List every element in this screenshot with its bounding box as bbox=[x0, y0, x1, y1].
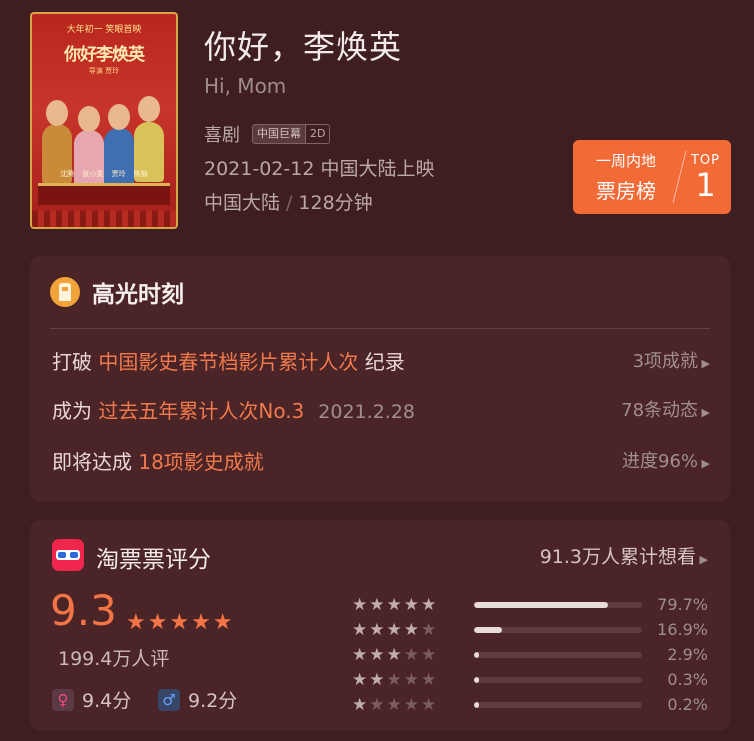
rating-card: 淘票票评分 91.3万人累计想看 9.3 ★★★★★ 199.4万人评 ♀ 9.… bbox=[30, 520, 730, 730]
poster-stage bbox=[38, 183, 170, 205]
highlight-text: 成为 过去五年累计人次No.3 2021.2.28 bbox=[52, 395, 415, 424]
want-to-watch-link[interactable]: 91.3万人累计想看 bbox=[540, 542, 708, 569]
distribution-row-4-star: ★★★★★ 16.9% bbox=[352, 617, 708, 642]
format-badge-imax: 中国巨幕 bbox=[252, 124, 305, 144]
highlight-suffix: 纪录 bbox=[358, 349, 405, 374]
poster-title: 你好李焕英 bbox=[64, 45, 145, 65]
distribution-bar-fill bbox=[474, 626, 503, 633]
distribution-row-1-star: ★★★★★ 0.2% bbox=[352, 692, 708, 717]
distribution-bar-fill bbox=[474, 601, 608, 608]
highlight-more-link[interactable]: 78条动态 bbox=[621, 396, 710, 422]
tower-icon bbox=[50, 277, 80, 307]
highlight-row-rank[interactable]: 成为 过去五年累计人次No.3 2021.2.28 78条动态 bbox=[52, 394, 710, 424]
female-icon: ♀ bbox=[52, 688, 74, 711]
movie-duration: 128分钟 bbox=[298, 192, 373, 214]
highlight-text: 即将达成 18项影史成就 bbox=[52, 446, 264, 475]
rank-board: 票房榜 bbox=[596, 179, 656, 203]
distribution-bar bbox=[474, 701, 642, 708]
highlights-card: 高光时刻 打破 中国影史春节档影片累计人次 纪录 3项成就 成为 过去五年累计人… bbox=[30, 256, 730, 502]
distribution-bar-fill bbox=[474, 676, 480, 683]
poster-frame bbox=[32, 211, 176, 227]
rating-stars: ★★★★★ bbox=[126, 610, 235, 635]
rank-position: TOP 1 bbox=[680, 153, 731, 202]
highlight-accent: 中国影史春节档影片累计人次 bbox=[98, 349, 359, 374]
rank-number: 1 bbox=[695, 165, 716, 204]
distribution-bar bbox=[474, 676, 642, 683]
distribution-bar-fill bbox=[474, 701, 480, 708]
distribution-row-3-star: ★★★★★ 2.9% bbox=[352, 642, 708, 667]
distribution-bar bbox=[474, 626, 642, 633]
box-office-rank-badge[interactable]: 一周内地 票房榜 TOP 1 bbox=[573, 140, 731, 214]
rank-period: 一周内地 bbox=[595, 152, 656, 170]
distribution-row-5-star: ★★★★★ 79.7% bbox=[352, 592, 708, 617]
rating-source: 淘票票评分 bbox=[96, 547, 211, 573]
highlight-more-link[interactable]: 3项成就 bbox=[633, 347, 710, 373]
star-level-icon: ★★★★★ bbox=[352, 644, 439, 665]
highlight-accent: 过去五年累计人次No.3 bbox=[98, 398, 305, 423]
distribution-percent: 0.2% bbox=[667, 695, 708, 714]
star-level-icon: ★★★★★ bbox=[352, 594, 439, 615]
movie-region: 中国大陆 bbox=[204, 192, 281, 214]
movie-genre: 喜剧 bbox=[204, 125, 240, 146]
movie-title: 你好，李焕英 bbox=[204, 28, 403, 66]
distribution-bar-fill bbox=[474, 651, 480, 658]
rating-score: 9.3 bbox=[50, 586, 117, 635]
rating-count: 199.4万人评 bbox=[58, 648, 170, 670]
distribution-bar bbox=[474, 601, 642, 608]
highlight-more-link[interactable]: 进度96% bbox=[622, 447, 710, 473]
distribution-row-2-star: ★★★★★ 0.3% bbox=[352, 667, 708, 692]
poster-subtitle: 导演 贾玲 bbox=[88, 67, 120, 75]
distribution-percent: 16.9% bbox=[657, 620, 708, 639]
movie-poster[interactable]: 大年初一 笑眼首映 你好李焕英 导演 贾玲 沈腾 张小斐 贾玲 陈赫 bbox=[30, 12, 178, 229]
poster-cast: 沈腾 张小斐 贾玲 陈赫 bbox=[60, 170, 148, 178]
highlights-header: 高光时刻 bbox=[30, 256, 730, 328]
highlights-title: 高光时刻 bbox=[92, 282, 184, 308]
separator: / bbox=[286, 192, 293, 214]
distribution-percent: 79.7% bbox=[657, 595, 708, 614]
highlight-prefix: 打破 bbox=[52, 349, 99, 374]
region-duration: 中国大陆/128分钟 bbox=[204, 188, 373, 215]
highlight-row-record[interactable]: 打破 中国影史春节档影片累计人次 纪录 3项成就 bbox=[52, 345, 710, 375]
highlight-accent: 18项影史成就 bbox=[138, 449, 264, 474]
genre-row: 喜剧 中国巨幕 2D bbox=[204, 121, 331, 147]
star-level-icon: ★★★★★ bbox=[352, 694, 439, 715]
taopiaopiao-logo-icon bbox=[52, 539, 84, 571]
highlight-prefix: 即将达成 bbox=[52, 449, 139, 474]
highlight-date: 2021.2.28 bbox=[318, 400, 415, 423]
release-info: 2021-02-12 中国大陆上映 bbox=[204, 158, 435, 180]
movie-english-title: Hi, Mom bbox=[204, 74, 287, 98]
format-badge-2d: 2D bbox=[305, 124, 331, 144]
star-level-icon: ★★★★★ bbox=[352, 669, 439, 690]
distribution-percent: 0.3% bbox=[667, 670, 708, 689]
distribution-percent: 2.9% bbox=[667, 645, 708, 664]
female-rating: ♀ 9.4分 bbox=[52, 686, 131, 713]
poster-tagline: 大年初一 笑眼首映 bbox=[66, 25, 142, 35]
male-score: 9.2分 bbox=[188, 690, 238, 712]
highlight-text: 打破 中国影史春节档影片累计人次 纪录 bbox=[52, 346, 405, 375]
rank-label: 一周内地 票房榜 bbox=[573, 150, 679, 204]
distribution-bar bbox=[474, 651, 642, 658]
male-icon: ♂ bbox=[158, 688, 180, 711]
rating-distribution: ★★★★★ 79.7% ★★★★★ 16.9% ★★★★★ 2.9% ★★★★★ 0.3% ★★… bbox=[352, 592, 708, 717]
highlight-prefix: 成为 bbox=[52, 398, 99, 423]
star-level-icon: ★★★★★ bbox=[352, 619, 439, 640]
male-rating: ♂ 9.2分 bbox=[158, 686, 237, 713]
female-score: 9.4分 bbox=[82, 690, 132, 712]
highlight-row-progress[interactable]: 即将达成 18项影史成就 进度96% bbox=[52, 445, 710, 475]
divider bbox=[50, 328, 710, 329]
